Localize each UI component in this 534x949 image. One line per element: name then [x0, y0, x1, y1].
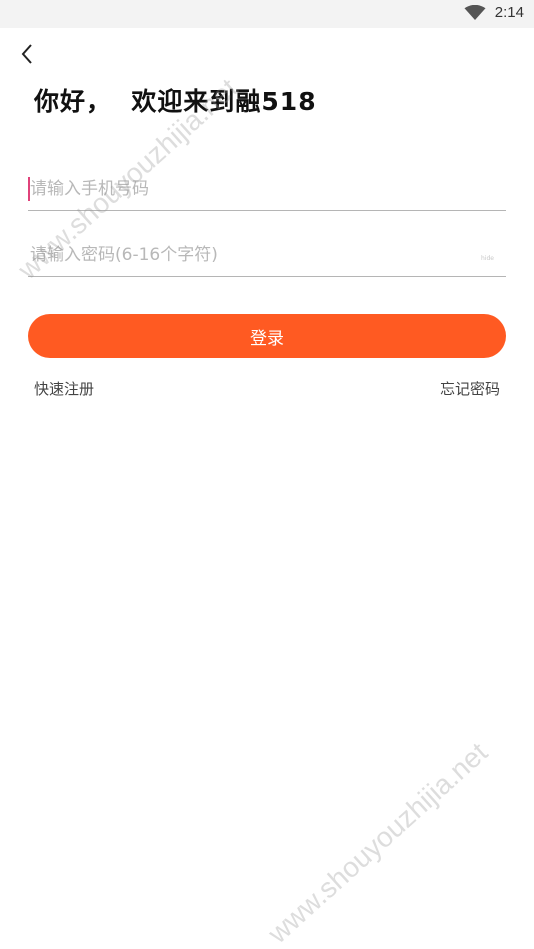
page-title: 你好， 欢迎来到融518 — [34, 87, 317, 116]
status-time: 2:14 — [494, 4, 524, 21]
register-link[interactable]: 快速注册 — [34, 378, 94, 399]
login-button[interactable]: 登录 — [28, 314, 506, 358]
back-button[interactable] — [14, 40, 42, 68]
password-visibility-toggle[interactable]: hide — [481, 255, 494, 262]
phone-input[interactable] — [28, 167, 506, 210]
password-input[interactable] — [28, 233, 506, 276]
watermark-bottom: www.shouyouzhijia.net — [262, 736, 494, 949]
password-field[interactable]: hide — [28, 233, 506, 277]
phone-field[interactable] — [28, 167, 506, 211]
login-screen: 2:14 你好， 欢迎来到融518 hide 登录 快速注册 忘记密码 www.… — [0, 0, 534, 949]
chevron-left-icon — [21, 44, 32, 64]
status-bar: 2:14 — [0, 0, 534, 28]
wifi-icon — [464, 5, 486, 20]
forgot-password-link[interactable]: 忘记密码 — [440, 378, 500, 399]
